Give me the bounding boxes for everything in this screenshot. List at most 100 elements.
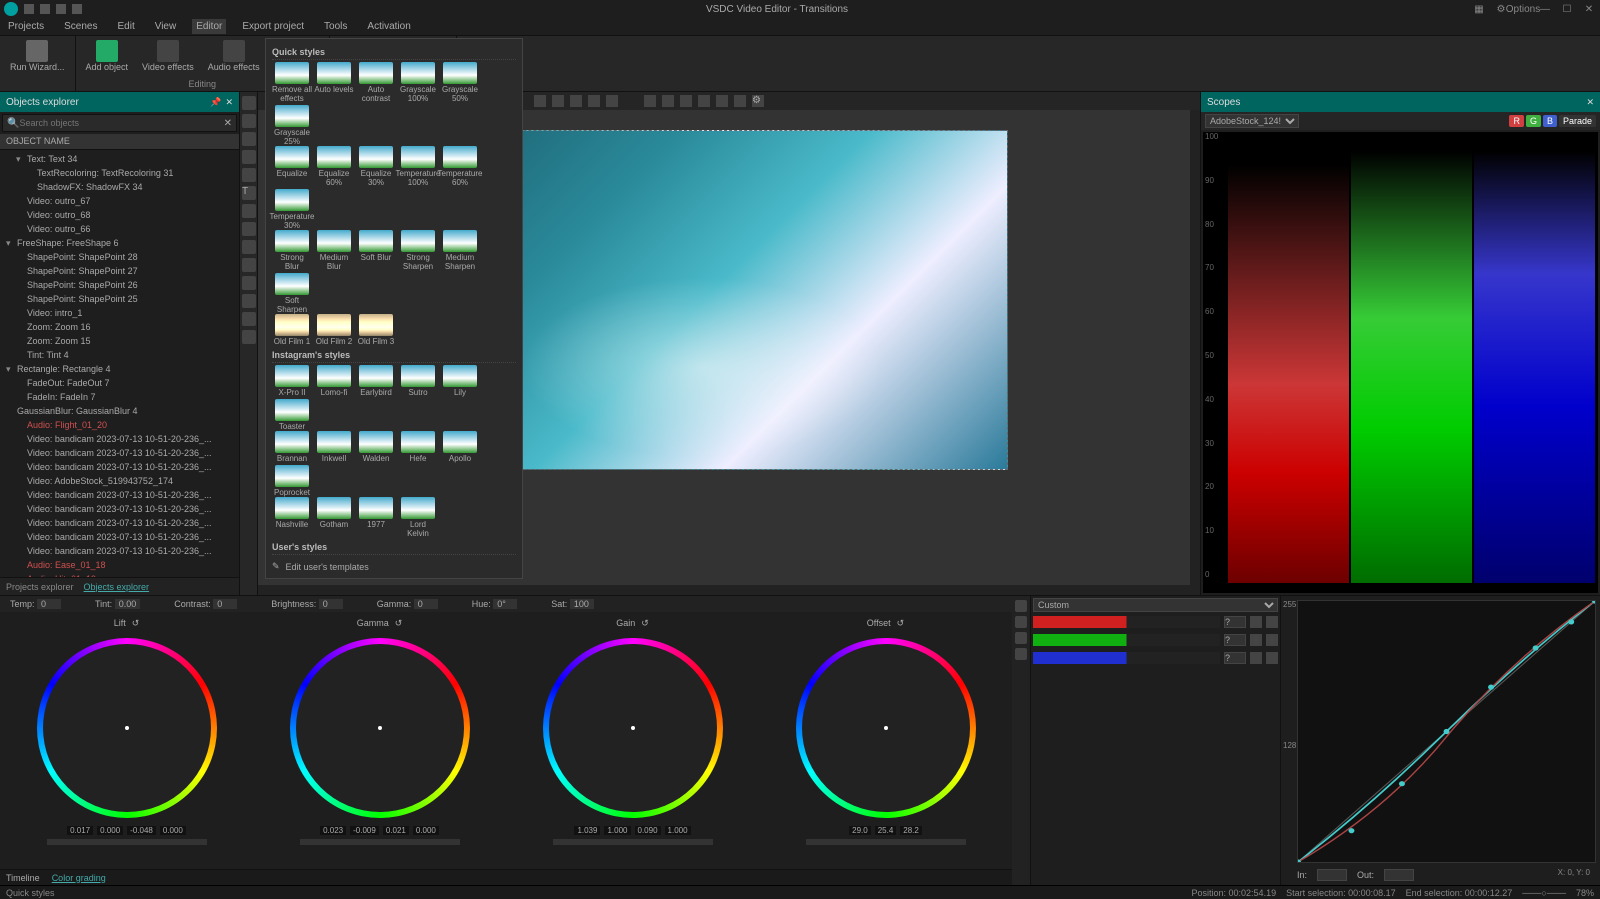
param-value[interactable]: 0 bbox=[414, 599, 438, 609]
curves-in-input[interactable] bbox=[1317, 869, 1347, 881]
eyedropper-icon[interactable] bbox=[1250, 616, 1262, 628]
tree-item[interactable]: Tint: Tint 4 bbox=[0, 348, 239, 362]
style-thumb[interactable]: Auto levels bbox=[314, 62, 354, 103]
curves-plot[interactable] bbox=[1297, 600, 1596, 863]
level-value-input[interactable] bbox=[1224, 634, 1246, 646]
style-thumb[interactable]: Grayscale 25% bbox=[272, 105, 312, 146]
style-thumb[interactable]: Brannan bbox=[272, 431, 312, 463]
style-thumb[interactable]: Equalize 60% bbox=[314, 146, 354, 187]
zoom-slider[interactable]: ───○─── bbox=[1522, 888, 1566, 898]
search-bar[interactable]: 🔍 ✕ bbox=[2, 114, 237, 132]
tree-item[interactable]: TextRecoloring: TextRecoloring 31 bbox=[0, 166, 239, 180]
style-thumb[interactable]: Sutro bbox=[398, 365, 438, 397]
tab-timeline[interactable]: Timeline bbox=[6, 873, 40, 883]
tree-item[interactable]: Video: outro_68 bbox=[0, 208, 239, 222]
gear-icon[interactable]: ⚙ bbox=[752, 95, 764, 107]
style-thumb[interactable]: Equalize 30% bbox=[356, 146, 396, 187]
close-icon[interactable]: ✕ bbox=[225, 97, 233, 108]
side-icon[interactable] bbox=[1015, 600, 1027, 612]
toolbar-icon[interactable] bbox=[644, 95, 656, 107]
qat-icon[interactable] bbox=[56, 4, 66, 14]
style-thumb[interactable]: Grayscale 100% bbox=[398, 62, 438, 103]
tool-icon[interactable] bbox=[242, 114, 256, 128]
tree-item[interactable]: ▾Rectangle: Rectangle 4 bbox=[0, 362, 239, 376]
side-icon[interactable] bbox=[1015, 632, 1027, 644]
param-value[interactable]: 0 bbox=[319, 599, 343, 609]
tab-projects[interactable]: Projects bbox=[4, 19, 48, 34]
options-label[interactable]: Options bbox=[1516, 3, 1530, 15]
cursor-tool-icon[interactable] bbox=[242, 96, 256, 110]
layout-icon[interactable]: ▦ bbox=[1472, 3, 1486, 15]
tool-icon[interactable] bbox=[242, 168, 256, 182]
style-thumb[interactable]: Lord Kelvin bbox=[398, 497, 438, 538]
param-value[interactable]: 100 bbox=[570, 599, 594, 609]
style-thumb[interactable]: Remove all effects bbox=[272, 62, 312, 103]
qat-icon[interactable] bbox=[24, 4, 34, 14]
level-value-input[interactable] bbox=[1224, 652, 1246, 664]
add-object-button[interactable]: Add object bbox=[82, 38, 133, 74]
run-wizard-button[interactable]: Run Wizard... bbox=[6, 38, 69, 74]
side-icon[interactable] bbox=[1015, 648, 1027, 660]
tab-export-project[interactable]: Export project bbox=[238, 19, 308, 34]
toolbar-icon[interactable] bbox=[588, 95, 600, 107]
wheel-slider[interactable] bbox=[300, 839, 460, 845]
style-thumb[interactable]: Grayscale 50% bbox=[440, 62, 480, 103]
search-input[interactable] bbox=[19, 118, 223, 128]
tab-projects-explorer[interactable]: Projects explorer bbox=[6, 582, 74, 592]
tab-activation[interactable]: Activation bbox=[363, 19, 414, 34]
tree-item[interactable]: ▾Text: Text 34 bbox=[0, 152, 239, 166]
tree-item[interactable]: Video: bandicam 2023-07-13 10-51-20-236_… bbox=[0, 502, 239, 516]
tab-scenes[interactable]: Scenes bbox=[60, 19, 101, 34]
levels-preset-select[interactable]: Custom bbox=[1033, 598, 1278, 612]
style-thumb[interactable]: Soft Blur bbox=[356, 230, 396, 271]
tree-item[interactable]: Zoom: Zoom 15 bbox=[0, 334, 239, 348]
tree-item[interactable]: Video: AdobeStock_519943752_174 bbox=[0, 474, 239, 488]
tree-item[interactable]: Video: bandicam 2023-07-13 10-51-20-236_… bbox=[0, 530, 239, 544]
style-thumb[interactable]: Lomo-fi bbox=[314, 365, 354, 397]
wheel-gain[interactable] bbox=[543, 638, 723, 818]
style-thumb[interactable]: Lily bbox=[440, 365, 480, 397]
style-thumb[interactable]: Old Film 1 bbox=[272, 314, 312, 346]
side-icon[interactable] bbox=[1015, 616, 1027, 628]
text-tool-icon[interactable]: T bbox=[242, 186, 256, 200]
style-thumb[interactable]: Poprocket bbox=[272, 465, 312, 497]
tree-item[interactable]: Video: bandicam 2023-07-13 10-51-20-236_… bbox=[0, 460, 239, 474]
tool-icon[interactable] bbox=[242, 258, 256, 272]
scope-chip-g[interactable]: G bbox=[1526, 115, 1541, 127]
minimize-icon[interactable]: — bbox=[1538, 3, 1552, 15]
tree-item[interactable]: ShapePoint: ShapePoint 25 bbox=[0, 292, 239, 306]
style-thumb[interactable]: Equalize bbox=[272, 146, 312, 187]
style-thumb[interactable]: Medium Sharpen bbox=[440, 230, 480, 271]
param-value[interactable]: 0° bbox=[493, 599, 517, 609]
tool-icon[interactable] bbox=[242, 330, 256, 344]
tab-view[interactable]: View bbox=[151, 19, 181, 34]
scope-chip-parade[interactable]: Parade bbox=[1559, 115, 1596, 127]
toolbar-icon[interactable] bbox=[534, 95, 546, 107]
tree-item[interactable]: Zoom: Zoom 16 bbox=[0, 320, 239, 334]
tool-icon[interactable] bbox=[242, 150, 256, 164]
tree-item[interactable]: ShapePoint: ShapePoint 26 bbox=[0, 278, 239, 292]
tab-color-grading[interactable]: Color grading bbox=[52, 873, 106, 883]
style-thumb[interactable]: Apollo bbox=[440, 431, 480, 463]
toolbar-icon[interactable] bbox=[680, 95, 692, 107]
tab-objects-explorer[interactable]: Objects explorer bbox=[84, 582, 150, 592]
style-thumb[interactable]: Strong Sharpen bbox=[398, 230, 438, 271]
wheel-lift[interactable] bbox=[37, 638, 217, 818]
level-value-input[interactable] bbox=[1224, 616, 1246, 628]
maximize-icon[interactable]: ☐ bbox=[1560, 3, 1574, 15]
tree-item[interactable]: Video: bandicam 2023-07-13 10-51-20-236_… bbox=[0, 432, 239, 446]
wheel-slider[interactable] bbox=[553, 839, 713, 845]
style-thumb[interactable]: Temperature 60% bbox=[440, 146, 480, 187]
qat-icon[interactable] bbox=[40, 4, 50, 14]
tree-item[interactable]: Video: intro_1 bbox=[0, 306, 239, 320]
tree-item[interactable]: FadeOut: FadeOut 7 bbox=[0, 376, 239, 390]
column-header[interactable]: OBJECT NAME bbox=[0, 134, 239, 150]
edit-templates-button[interactable]: ✎ Edit user's templates bbox=[272, 561, 516, 572]
tree-item[interactable]: Video: bandicam 2023-07-13 10-51-20-236_… bbox=[0, 488, 239, 502]
style-thumb[interactable]: Soft Sharpen bbox=[272, 273, 312, 314]
toolbar-icon[interactable] bbox=[662, 95, 674, 107]
wheel-offset[interactable] bbox=[796, 638, 976, 818]
wheel-slider[interactable] bbox=[806, 839, 966, 845]
pin-icon[interactable]: 📌 bbox=[210, 97, 221, 108]
style-thumb[interactable]: Toaster bbox=[272, 399, 312, 431]
